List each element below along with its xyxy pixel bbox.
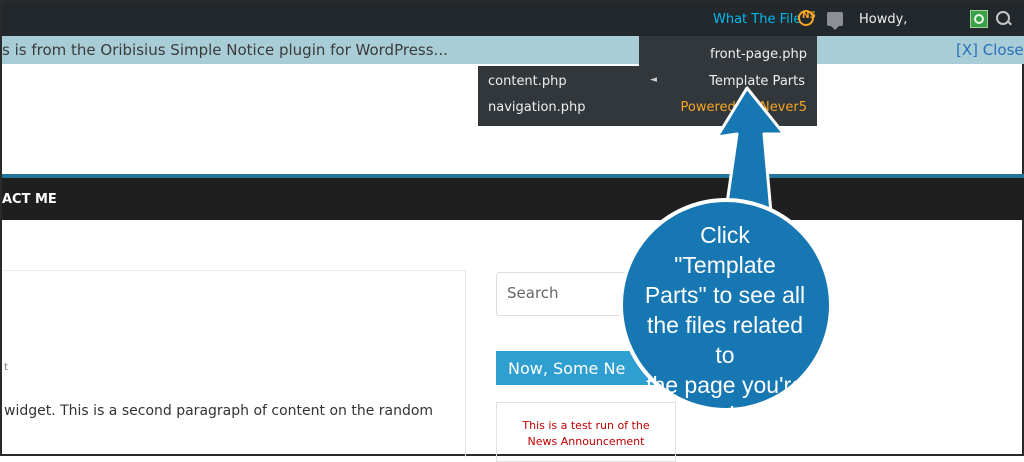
what-the-file-dropdown: front-page.php ◄ Template Parts Powered … [639, 36, 817, 126]
post-meta: t [4, 362, 8, 373]
howdy-user-menu[interactable]: Howdy, [859, 12, 907, 27]
nav-item-contact[interactable]: ACT ME [2, 192, 57, 207]
never5-logo-icon[interactable]: N5 [798, 10, 816, 26]
callout-text: Click "Template Parts" to see all the fi… [635, 220, 815, 430]
notice-text: s is from the Oribisius Simple Notice pl… [2, 41, 448, 59]
avatar-icon[interactable] [970, 10, 988, 28]
site-navigation: ACT ME [2, 178, 1024, 220]
notice-close-link[interactable]: [X] Close [956, 41, 1024, 59]
search-icon[interactable] [996, 11, 1010, 25]
callout-line: viewing. [683, 402, 767, 428]
menu-item-powered-by[interactable]: Powered by Never5 [680, 100, 807, 115]
admin-bar: What The File N5 Howdy, [2, 2, 1024, 36]
notice-bar: s is from the Oribisius Simple Notice pl… [2, 36, 1024, 64]
logo-text: N5 [802, 11, 816, 21]
submenu-arrow-icon: ◄ [650, 75, 657, 85]
menu-item-front-page[interactable]: front-page.php [710, 47, 807, 62]
callout-line: Click [700, 222, 750, 248]
callout-line: the files related to [647, 312, 803, 368]
callout-line: Parts" to see all [644, 282, 806, 308]
submenu-item-content[interactable]: content.php [488, 74, 567, 89]
callout-line: the page you're [646, 372, 804, 398]
what-the-file-menu[interactable]: What The File [713, 12, 801, 27]
callout-line: "Template [674, 252, 776, 278]
template-parts-submenu: content.php navigation.php [478, 66, 639, 126]
post-paragraph: widget. This is a second paragraph of co… [4, 403, 434, 419]
widget-title: Now, Some Ne [508, 359, 626, 378]
submenu-item-navigation[interactable]: navigation.php [488, 100, 586, 115]
menu-item-template-parts[interactable]: Template Parts [709, 74, 805, 89]
comment-icon[interactable] [827, 12, 843, 30]
content-area [2, 270, 466, 458]
